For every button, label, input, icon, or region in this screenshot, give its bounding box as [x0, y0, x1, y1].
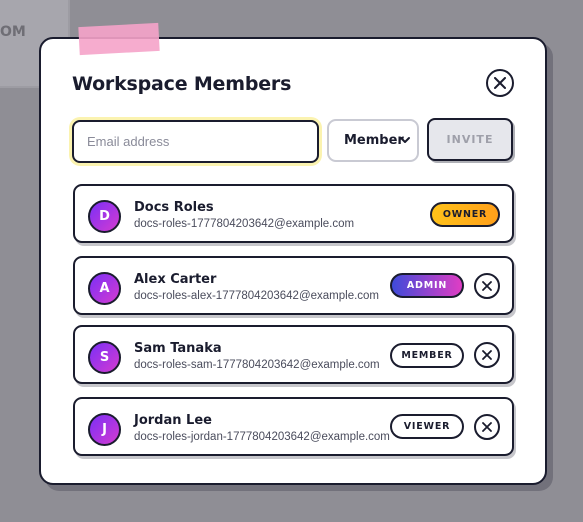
member-row: S Sam Tanaka docs-roles-sam-177780420364…	[73, 325, 514, 384]
member-email: docs-roles-sam-1777804203642@example.com	[134, 359, 380, 371]
avatar: J	[88, 413, 121, 446]
decorative-tape	[78, 22, 160, 56]
workspace-members-modal: Workspace Members Member INVITE D Docs R…	[39, 37, 547, 485]
member-row: A Alex Carter docs-roles-alex-1777804203…	[73, 256, 514, 315]
remove-x-icon	[482, 422, 492, 432]
close-icon	[494, 77, 506, 89]
role-badge-owner: OWNER	[430, 202, 500, 227]
remove-x-icon	[482, 350, 492, 360]
role-badge-admin[interactable]: ADMIN	[390, 273, 464, 298]
member-email: docs-roles-jordan-1777804203642@example.…	[134, 431, 390, 443]
close-button[interactable]	[486, 69, 514, 97]
invite-button[interactable]: INVITE	[427, 118, 513, 161]
member-name: Jordan Lee	[134, 413, 212, 428]
remove-member-button[interactable]	[474, 273, 500, 299]
member-name: Alex Carter	[134, 272, 217, 287]
member-email: docs-roles-1777804203642@example.com	[134, 218, 355, 230]
modal-title: Workspace Members	[72, 73, 292, 95]
role-badge-viewer[interactable]: VIEWER	[390, 414, 464, 439]
role-badge-member[interactable]: MEMBER	[390, 343, 464, 368]
chevron-down-icon	[400, 137, 410, 143]
avatar: A	[88, 272, 121, 305]
remove-x-icon	[482, 281, 492, 291]
avatar: D	[88, 200, 121, 233]
member-name: Sam Tanaka	[134, 341, 222, 356]
background-sidebar-label: OM	[0, 24, 26, 40]
role-select-value: Member	[344, 133, 404, 148]
role-select[interactable]: Member	[327, 119, 419, 162]
member-email: docs-roles-alex-1777804203642@example.co…	[134, 290, 380, 302]
remove-member-button[interactable]	[474, 414, 500, 440]
member-row: J Jordan Lee docs-roles-jordan-177780420…	[73, 397, 514, 456]
member-name: Docs Roles	[134, 200, 214, 215]
email-input[interactable]	[72, 120, 319, 163]
remove-member-button[interactable]	[474, 342, 500, 368]
member-row: D Docs Roles docs-roles-1777804203642@ex…	[73, 184, 514, 243]
avatar: S	[88, 341, 121, 374]
